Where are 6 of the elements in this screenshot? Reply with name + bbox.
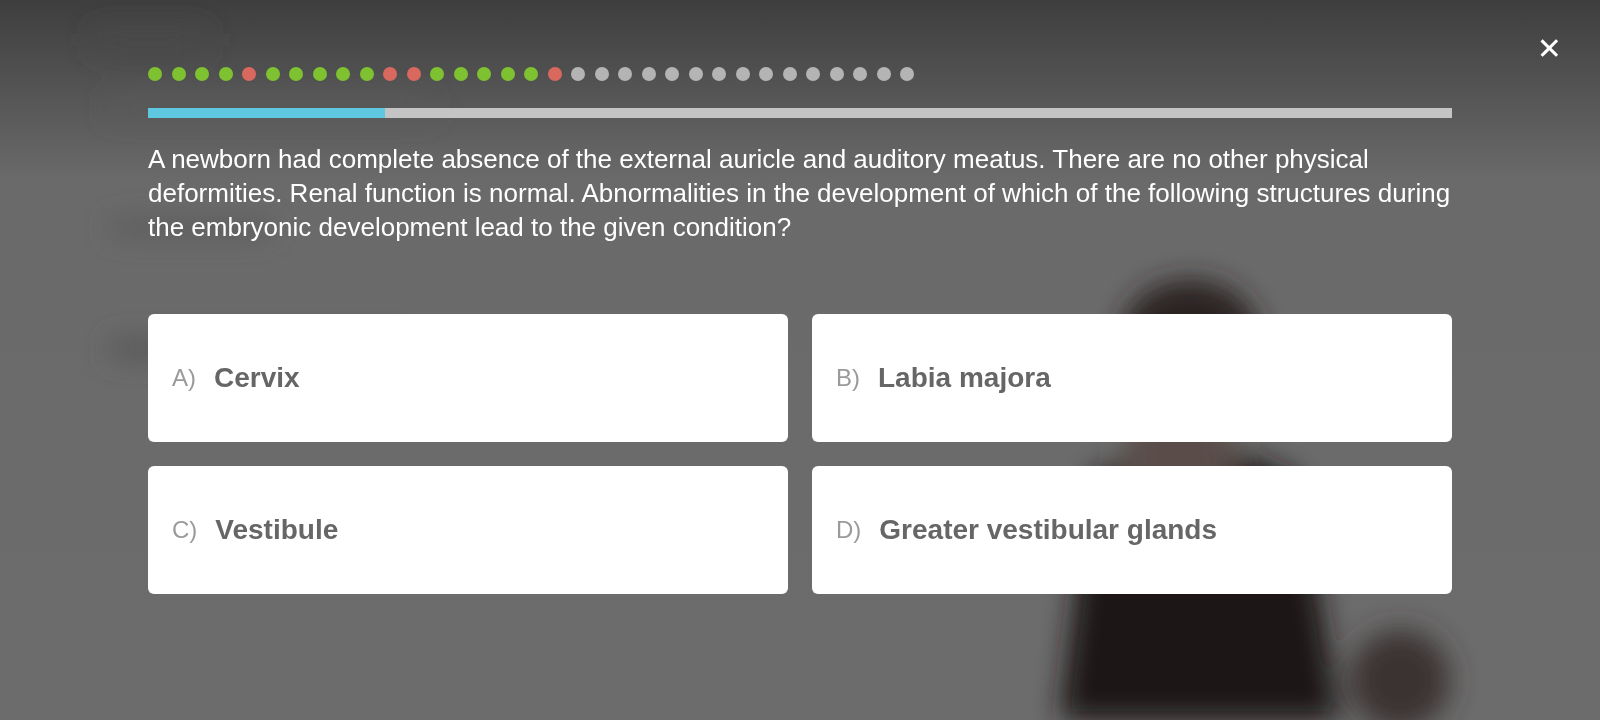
answer-option[interactable]: A) Cervix [148,314,788,442]
answer-option[interactable]: B) Labia majora [812,314,1452,442]
answer-option[interactable]: C) Vestibule [148,466,788,594]
question-text: A newborn had complete absence of the external auricle and auditory meatus. There are no other physical deformities. Renal function is normal. Abnormalities in the development of which of the following structures during the embryonic development lead to the given condition? [148,143,1452,244]
close-button[interactable]: ✕ [1536,34,1562,64]
answer-option[interactable]: D) Greater vestibular glands [812,466,1452,594]
